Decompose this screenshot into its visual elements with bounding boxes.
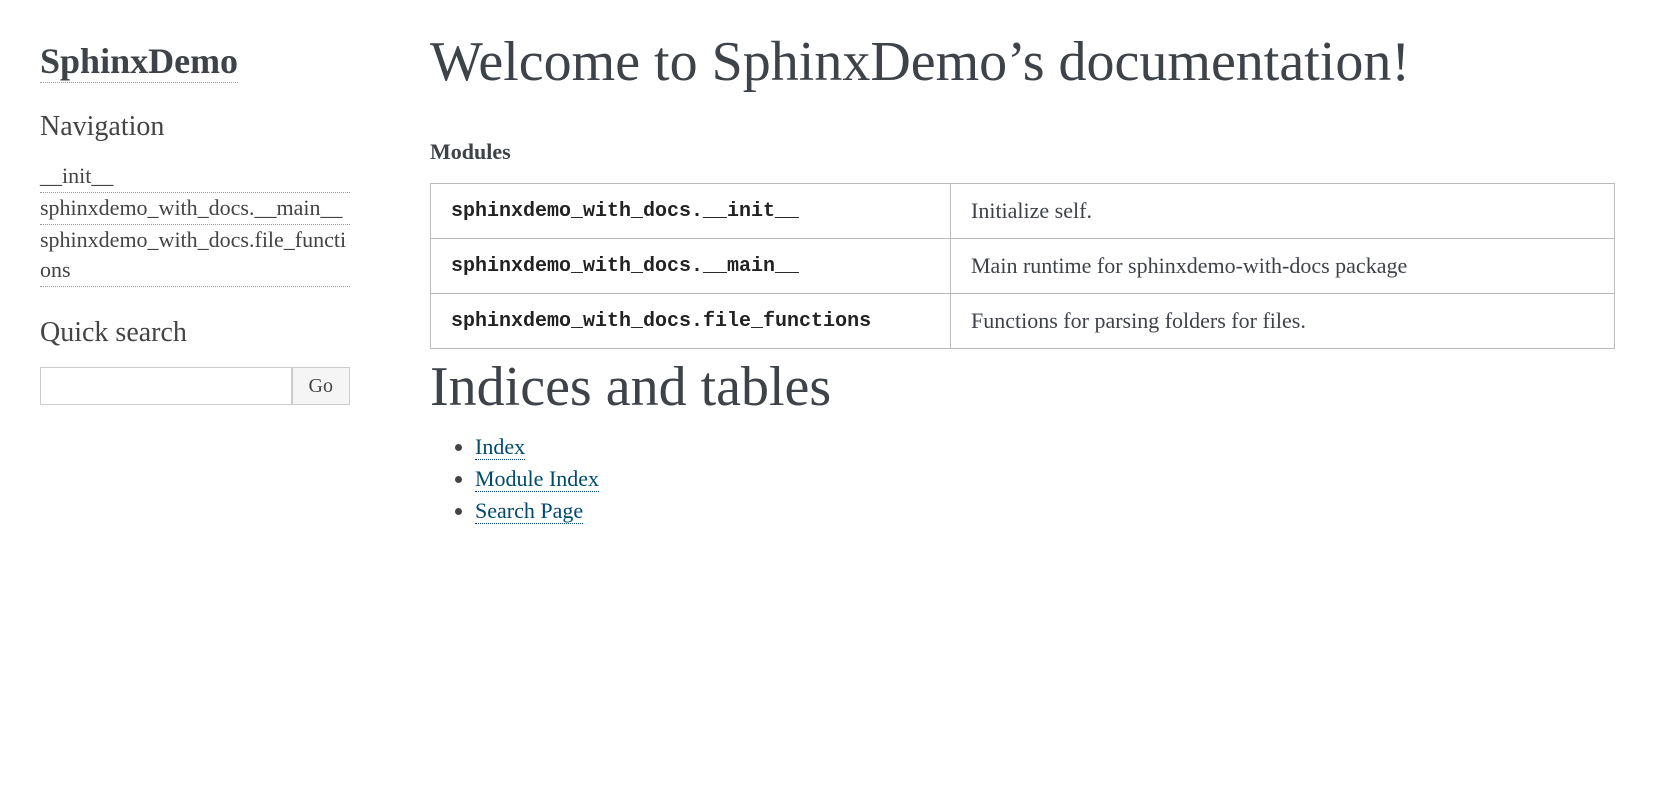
nav-item-main[interactable]: sphinxdemo_with_docs.__main__ [40, 193, 350, 225]
index-list: Index Module Index Search Page [430, 434, 1615, 524]
list-item: Module Index [475, 466, 1615, 492]
module-name[interactable]: sphinxdemo_with_docs.__init__ [431, 184, 951, 239]
main-content: Welcome to SphinxDemo’s documentation! M… [380, 0, 1675, 794]
page-title: Welcome to SphinxDemo’s documentation! [430, 30, 1615, 94]
modules-table: sphinxdemo_with_docs.__init__ Initialize… [430, 183, 1615, 349]
table-row: sphinxdemo_with_docs.__main__ Main runti… [431, 239, 1615, 294]
modules-label: Modules [430, 139, 1615, 165]
index-link-search[interactable]: Search Page [475, 498, 583, 524]
table-row: sphinxdemo_with_docs.file_functions Func… [431, 294, 1615, 349]
site-title: SphinxDemo [40, 40, 238, 83]
nav-links: __init__ sphinxdemo_with_docs.__main__ s… [40, 161, 350, 287]
nav-item-init[interactable]: __init__ [40, 161, 350, 193]
site-title-link[interactable]: SphinxDemo [40, 41, 238, 81]
sidebar: SphinxDemo Navigation __init__ sphinxdem… [0, 0, 380, 794]
list-item: Search Page [475, 498, 1615, 524]
module-desc: Functions for parsing folders for files. [951, 294, 1615, 349]
list-item: Index [475, 434, 1615, 460]
table-row: sphinxdemo_with_docs.__init__ Initialize… [431, 184, 1615, 239]
nav-item-file-functions[interactable]: sphinxdemo_with_docs.file_functions [40, 225, 350, 288]
search-heading: Quick search [40, 317, 350, 349]
module-name[interactable]: sphinxdemo_with_docs.__main__ [431, 239, 951, 294]
index-link-modindex[interactable]: Module Index [475, 466, 599, 492]
indices-heading: Indices and tables [430, 355, 1615, 419]
search-form: Go [40, 367, 350, 405]
module-desc: Initialize self. [951, 184, 1615, 239]
search-input[interactable] [40, 367, 292, 405]
module-desc: Main runtime for sphinxdemo-with-docs pa… [951, 239, 1615, 294]
index-link-genindex[interactable]: Index [475, 434, 525, 460]
module-name[interactable]: sphinxdemo_with_docs.file_functions [431, 294, 951, 349]
nav-heading: Navigation [40, 111, 350, 143]
search-go-button[interactable]: Go [292, 367, 350, 405]
